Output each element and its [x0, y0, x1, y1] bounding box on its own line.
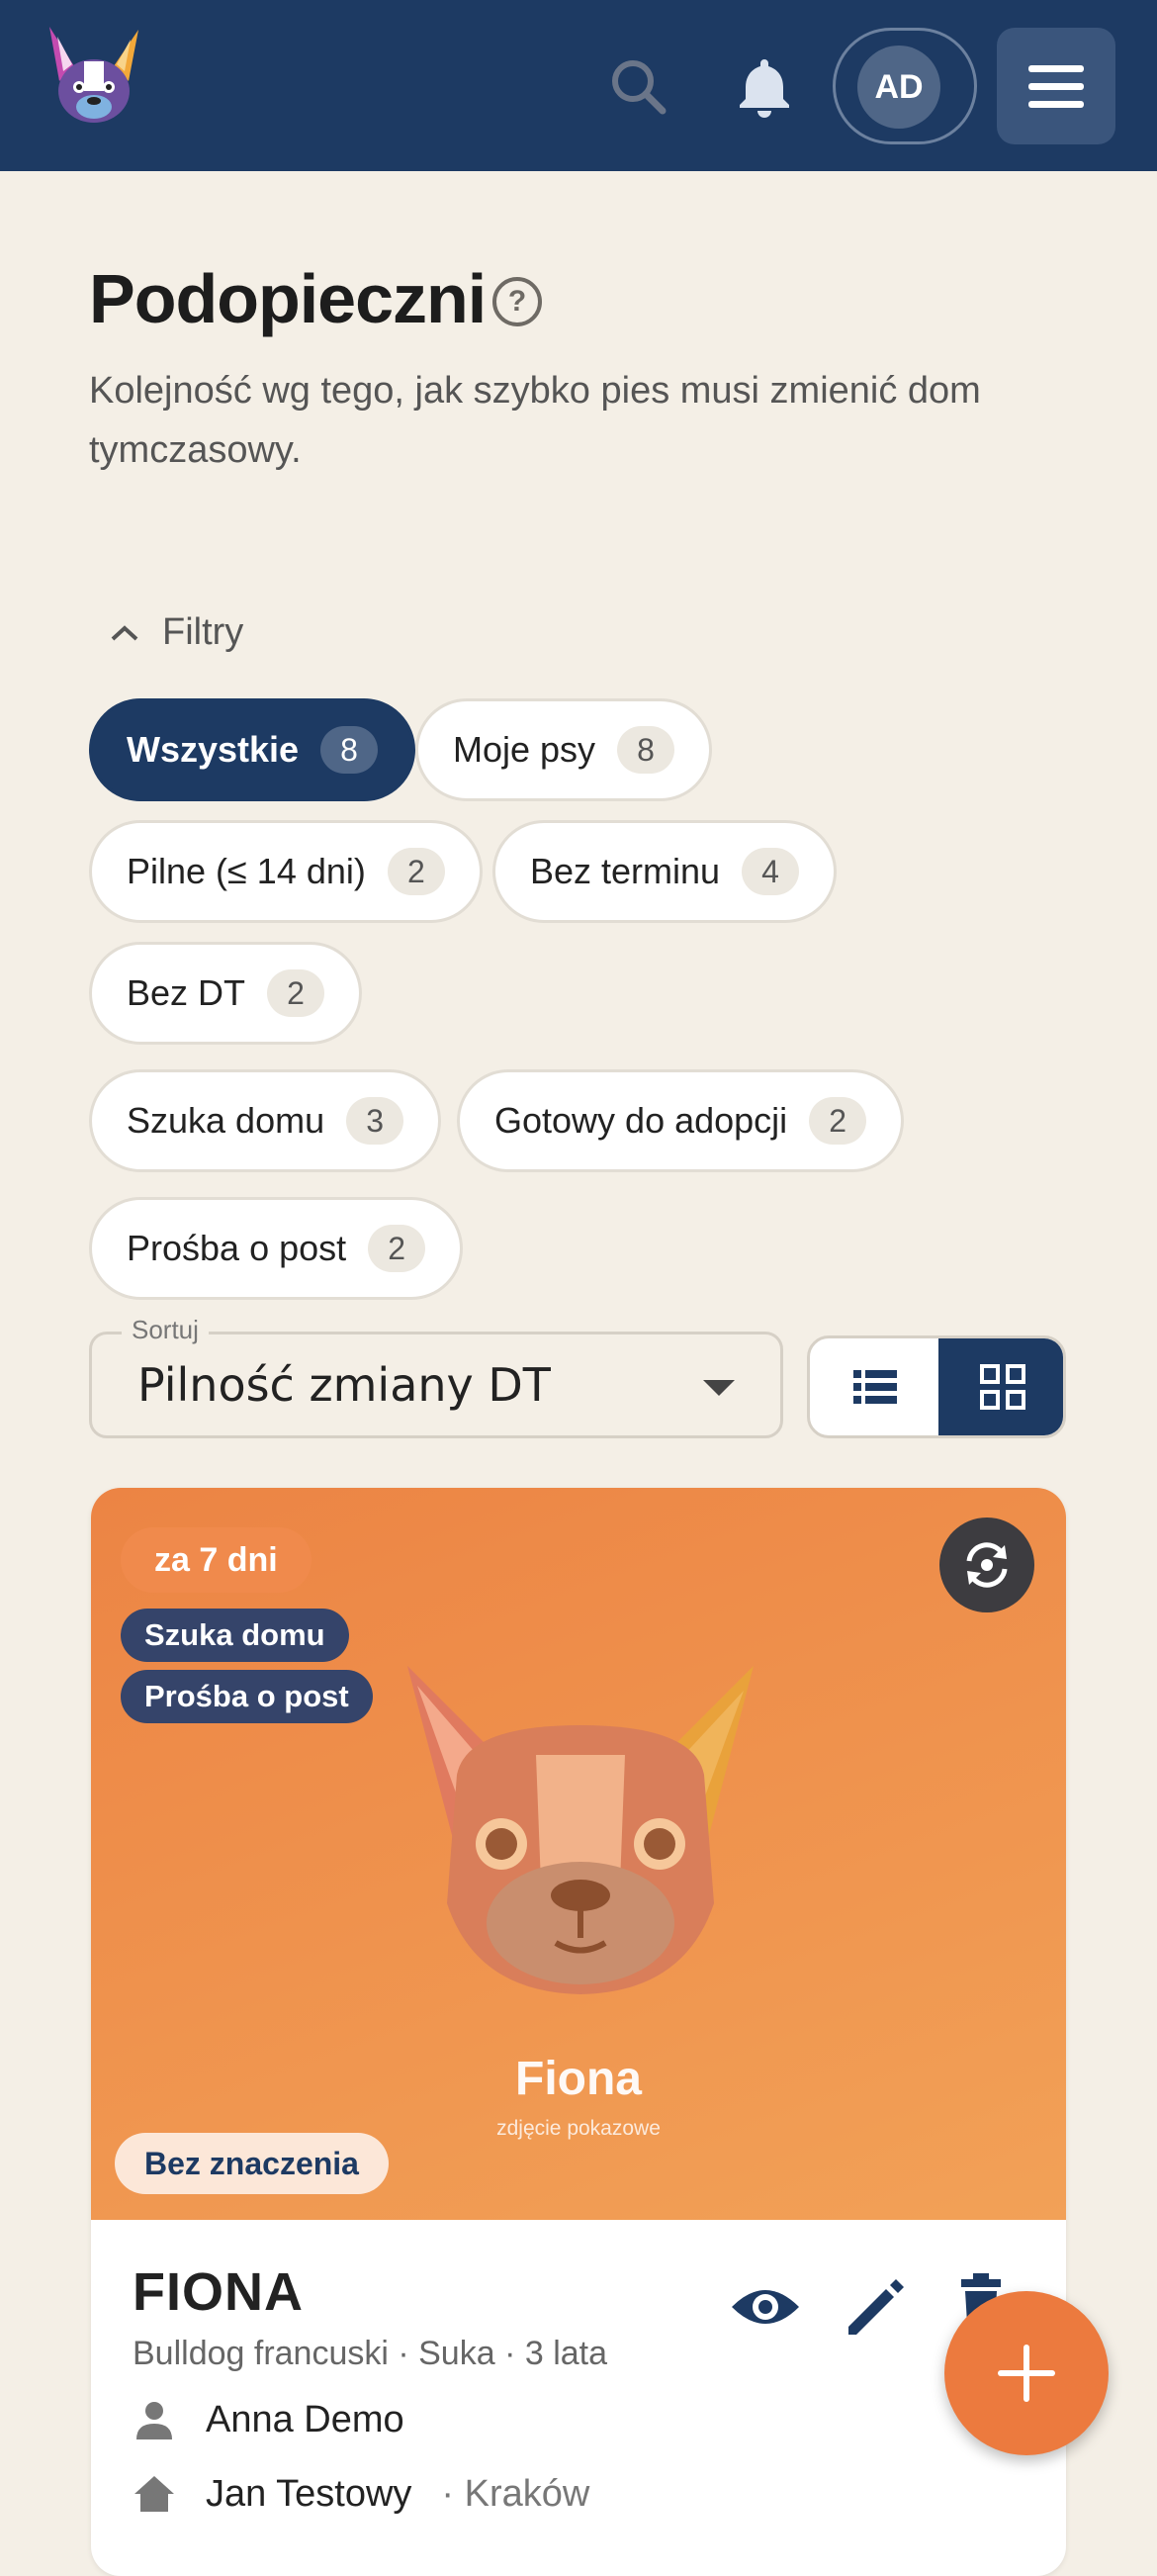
dog-illustration	[407, 1666, 754, 1994]
list-view-button[interactable]	[810, 1338, 938, 1435]
dog-meta: Bulldog francuski · Suka · 3 lata	[133, 2335, 608, 2372]
foster-row: Jan Testowy · Kraków	[133, 2472, 589, 2516]
filter-chip-ready-for-adoption[interactable]: Gotowy do adopcji 2	[457, 1069, 905, 1172]
chip-label: Bez terminu	[530, 851, 721, 891]
chip-label: Pilne (≤ 14 dni)	[127, 851, 366, 891]
sort-label: Sortuj	[122, 1315, 209, 1345]
status-badge: Szuka domu	[121, 1609, 349, 1662]
page-title: Podopieczni	[89, 260, 487, 337]
filter-chip-post-request[interactable]: Prośba o post 2	[89, 1197, 464, 1300]
avatar[interactable]: AD	[857, 46, 940, 129]
menu-button[interactable]	[997, 28, 1115, 144]
dog-card[interactable]: za 7 dni Szuka domu Prośba o post Fiona …	[91, 1488, 1066, 2576]
chip-count: 2	[368, 1225, 426, 1272]
chip-label: Wszystkie	[127, 729, 300, 770]
sort-select[interactable]: Sortuj Pilność zmiany DT	[89, 1315, 783, 1438]
edit-button[interactable]	[835, 2267, 914, 2346]
pencil-icon	[848, 2279, 904, 2335]
chip-label: Gotowy do adopcji	[494, 1100, 788, 1141]
list-icon	[853, 1370, 897, 1404]
chevron-up-icon	[111, 624, 138, 640]
filters-toggle-label: Filtry	[162, 611, 244, 653]
foster-city: · Kraków	[441, 2472, 590, 2515]
dog-logo-icon[interactable]	[40, 22, 148, 131]
swap-button[interactable]	[939, 1518, 1034, 1612]
filter-chip-all[interactable]: Wszystkie 8	[89, 698, 416, 801]
dog-name: FIONA	[133, 2262, 304, 2322]
chip-count: 2	[809, 1097, 867, 1145]
chip-label: Bez DT	[127, 972, 246, 1013]
sort-value: Pilność zmiany DT	[137, 1358, 551, 1412]
priority-badge: Bez znaczenia	[115, 2133, 389, 2194]
foster-name: Jan Testowy	[206, 2472, 412, 2515]
due-badge: za 7 dni	[121, 1527, 312, 1593]
dog-photo[interactable]: za 7 dni Szuka domu Prośba o post Fiona …	[91, 1488, 1066, 2220]
chip-label: Szuka domu	[127, 1100, 325, 1141]
menu-icon-bar	[1028, 83, 1084, 90]
filters-toggle[interactable]: Filtry	[109, 611, 243, 654]
eye-icon	[732, 2290, 799, 2324]
add-dog-button[interactable]	[944, 2291, 1109, 2455]
page-subtitle: Kolejność wg tego, jak szybko pies musi …	[89, 370, 981, 471]
swap-icon	[966, 1542, 1008, 1588]
menu-icon	[1028, 65, 1084, 72]
user-menu-button[interactable]: AD	[833, 28, 977, 144]
help-icon[interactable]: ?	[492, 277, 542, 326]
filter-chip-my-dogs[interactable]: Moje psy 8	[415, 698, 713, 801]
chip-count: 4	[742, 848, 800, 895]
filter-chip-no-deadline[interactable]: Bez terminu 4	[492, 820, 838, 923]
owner-row: Anna Demo	[133, 2398, 404, 2441]
person-icon	[136, 2402, 172, 2439]
filter-chip-no-dt[interactable]: Bez DT 2	[89, 942, 363, 1045]
chip-label: Prośba o post	[127, 1228, 347, 1268]
chip-count: 3	[346, 1097, 404, 1145]
chip-count: 2	[387, 848, 445, 895]
view-button[interactable]	[726, 2267, 805, 2346]
chip-count: 8	[320, 726, 379, 774]
bell-icon[interactable]	[730, 51, 799, 121]
chip-count: 2	[267, 969, 325, 1017]
filter-chip-urgent[interactable]: Pilne (≤ 14 dni) 2	[89, 820, 483, 923]
status-badge: Prośba o post	[121, 1670, 373, 1723]
chip-count: 8	[617, 726, 675, 774]
menu-icon-bar	[1028, 101, 1084, 108]
plus-icon-bar	[998, 2370, 1055, 2376]
chip-label: Moje psy	[453, 729, 596, 770]
grid-view-button[interactable]	[938, 1338, 1063, 1435]
dropdown-arrow-icon	[703, 1380, 735, 1396]
search-icon[interactable]	[603, 51, 672, 121]
view-toggle	[807, 1335, 1066, 1438]
top-bar: AD	[0, 0, 1157, 171]
image-dog-name: Fiona	[515, 2053, 642, 2105]
home-icon	[134, 2476, 174, 2512]
grid-icon	[980, 1364, 1025, 1410]
filter-chip-looking-for-home[interactable]: Szuka domu 3	[89, 1069, 442, 1172]
owner-name: Anna Demo	[206, 2398, 404, 2440]
